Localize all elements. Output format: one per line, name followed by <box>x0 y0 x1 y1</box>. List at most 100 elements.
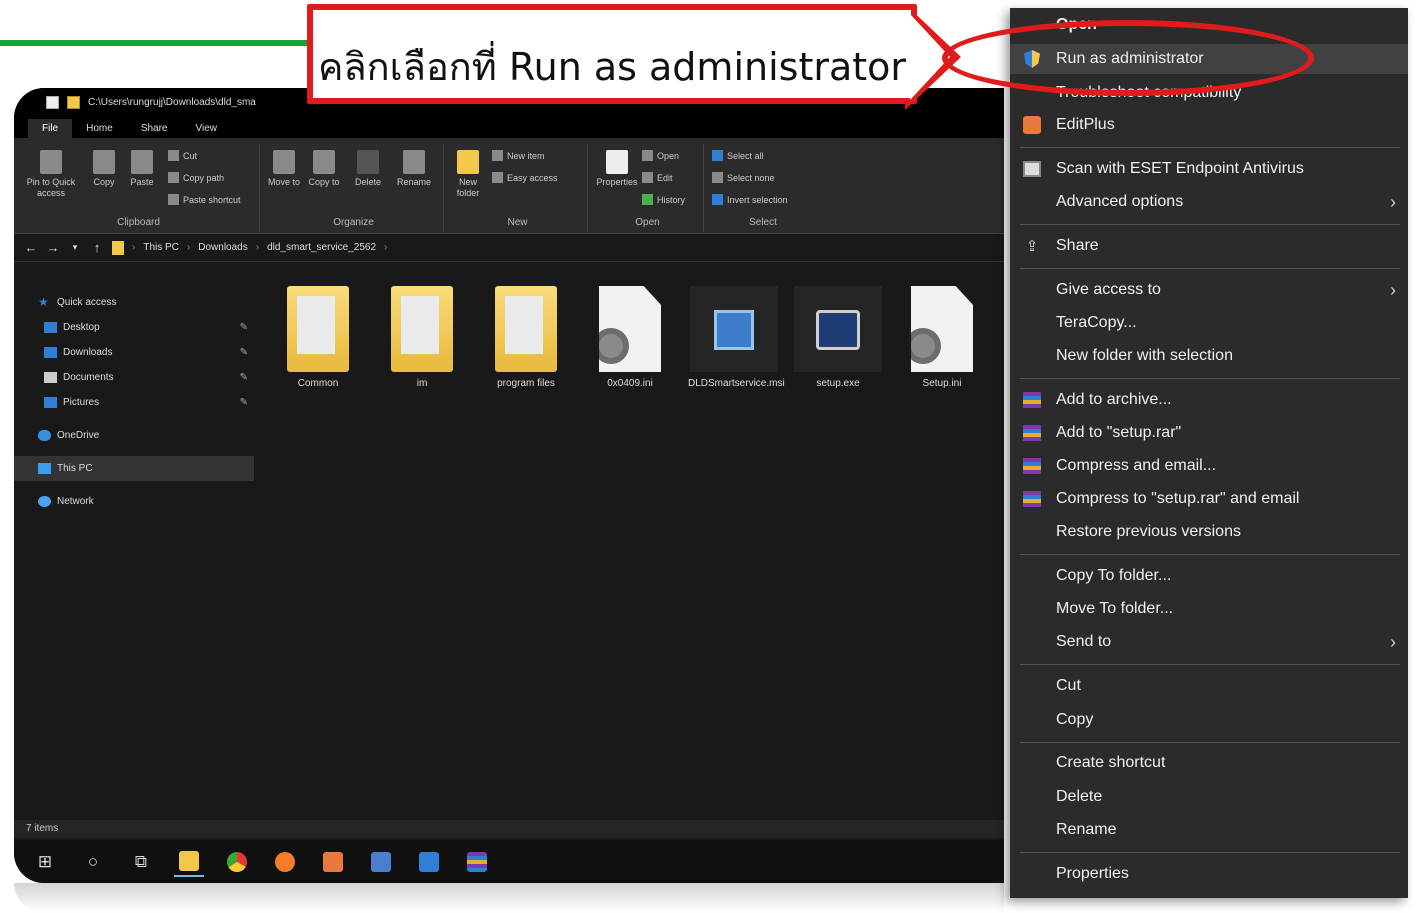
file-item-selected[interactable]: setup.exe <box>792 286 884 390</box>
menu-item-copy[interactable]: Copy <box>1010 705 1408 735</box>
file-item[interactable]: 0x0409.ini <box>584 286 676 390</box>
tab-view[interactable]: View <box>182 119 232 138</box>
menu-item-add-to-setup-rar[interactable]: Add to "setup.rar" <box>1010 418 1408 448</box>
file-item[interactable]: Common <box>272 286 364 390</box>
move-to-button[interactable]: Move to <box>268 150 300 188</box>
copy-to-icon <box>313 150 335 174</box>
forward-arrow-icon[interactable]: → <box>46 240 60 255</box>
winrar-icon[interactable] <box>462 847 492 877</box>
up-arrow-icon[interactable]: ↑ <box>90 240 104 255</box>
chevron-right-icon: › <box>1390 279 1396 300</box>
ribbon-tabs: File Home Share View <box>14 116 1004 138</box>
menu-separator <box>1020 742 1400 743</box>
app-window-icon[interactable] <box>414 847 444 877</box>
breadcrumb-this-pc[interactable]: This PC <box>143 242 179 253</box>
pin-icon: ✎ <box>239 347 248 358</box>
callout-text: คลิกเลือกที่ Run as administrator <box>317 45 907 89</box>
select-none-button[interactable]: Select none <box>712 172 775 183</box>
breadcrumb-current-folder[interactable]: dld_smart_service_2562 <box>267 242 376 253</box>
history-button[interactable]: History <box>642 194 685 205</box>
menu-item-cut[interactable]: Cut <box>1010 671 1408 701</box>
menu-item-send-to[interactable]: Send to › <box>1010 627 1408 657</box>
paste-button[interactable]: Paste <box>126 150 158 188</box>
nav-this-pc[interactable]: This PC <box>14 456 254 481</box>
menu-item-copy-to-folder[interactable]: Copy To folder... <box>1010 561 1408 591</box>
download-icon <box>44 347 57 358</box>
file-item[interactable]: Setup.ini <box>896 286 988 390</box>
group-label: Organize <box>333 217 374 228</box>
easy-access-button[interactable]: Easy access <box>492 172 558 183</box>
menu-item-editplus[interactable]: EditPlus <box>1010 110 1408 140</box>
menu-item-rename[interactable]: Rename <box>1010 815 1408 845</box>
delete-button[interactable]: Delete <box>350 150 386 188</box>
new-folder-button[interactable]: New folder <box>450 150 486 199</box>
folder-icon <box>112 240 124 255</box>
copy-button[interactable]: Copy <box>88 150 120 188</box>
menu-item-add-to-archive[interactable]: Add to archive... <box>1010 385 1408 415</box>
copy-path-button[interactable]: Copy path <box>168 172 224 183</box>
open-button[interactable]: Open <box>642 150 679 161</box>
copy-icon <box>93 150 115 174</box>
tab-file[interactable]: File <box>28 119 73 138</box>
search-icon[interactable]: ○ <box>78 847 108 877</box>
invert-selection-button[interactable]: Invert selection <box>712 194 788 205</box>
task-view-icon[interactable]: ⧉ <box>126 847 156 877</box>
copy-to-button[interactable]: Copy to <box>308 150 340 188</box>
nav-documents[interactable]: Documents ✎ <box>14 365 254 390</box>
nav-quick-access[interactable]: ★ Quick access <box>14 290 254 315</box>
menu-separator <box>1020 378 1400 379</box>
file-explorer-taskbar-icon[interactable] <box>174 847 204 877</box>
chrome-icon[interactable] <box>222 847 252 877</box>
checkbox-icon[interactable] <box>46 95 59 109</box>
menu-item-create-shortcut[interactable]: Create shortcut <box>1010 748 1408 778</box>
app-orange-icon[interactable] <box>318 847 348 877</box>
menu-item-give-access[interactable]: Give access to › <box>1010 275 1408 305</box>
windows-start-icon[interactable]: ⊞ <box>30 847 60 877</box>
cut-button[interactable]: Cut <box>168 150 197 161</box>
menu-item-compress-email[interactable]: Compress and email... <box>1010 451 1408 481</box>
paste-shortcut-button[interactable]: Paste shortcut <box>168 194 241 205</box>
menu-item-advanced-options[interactable]: Advanced options › <box>1010 187 1408 217</box>
star-icon: ★ <box>38 295 49 309</box>
menu-item-compress-setup-email[interactable]: Compress to "setup.rar" and email <box>1010 484 1408 514</box>
pin-quick-access-button[interactable]: Pin to Quick access <box>20 150 82 199</box>
file-item[interactable]: DLDSmartservice.msi <box>688 286 785 390</box>
group-label: Clipboard <box>117 217 160 228</box>
cloud-icon <box>38 430 51 441</box>
menu-item-share[interactable]: ⇪ Share <box>1010 231 1408 261</box>
easy-access-icon <box>492 172 503 183</box>
new-item-button[interactable]: New item <box>492 150 545 161</box>
back-arrow-icon[interactable]: ← <box>24 240 38 255</box>
properties-button[interactable]: Properties <box>592 150 642 188</box>
settings-file-icon <box>599 286 661 372</box>
menu-item-teracopy[interactable]: TeraCopy... <box>1010 308 1408 338</box>
menu-item-eset-scan[interactable]: Scan with ESET Endpoint Antivirus <box>1010 154 1408 184</box>
rename-button[interactable]: Rename <box>392 150 436 188</box>
menu-item-properties[interactable]: Properties <box>1010 859 1408 889</box>
file-item[interactable]: im <box>376 286 468 390</box>
menu-item-move-to-folder[interactable]: Move To folder... <box>1010 594 1408 624</box>
file-item[interactable]: program files <box>480 286 572 390</box>
tab-share[interactable]: Share <box>127 119 182 138</box>
pin-icon: ✎ <box>239 322 248 333</box>
tab-home[interactable]: Home <box>72 119 127 138</box>
menu-item-delete[interactable]: Delete <box>1010 782 1408 812</box>
edit-button[interactable]: Edit <box>642 172 673 183</box>
nav-desktop[interactable]: Desktop ✎ <box>14 315 254 340</box>
menu-item-restore-versions[interactable]: Restore previous versions <box>1010 517 1408 547</box>
chevron-right-icon: › <box>132 242 136 253</box>
nav-downloads[interactable]: Downloads ✎ <box>14 340 254 365</box>
nav-network[interactable]: Network <box>14 489 254 514</box>
select-all-button[interactable]: Select all <box>712 150 764 161</box>
firefox-icon[interactable] <box>270 847 300 877</box>
app-blue-icon[interactable] <box>366 847 396 877</box>
history-icon <box>642 194 653 205</box>
breadcrumb-downloads[interactable]: Downloads <box>198 242 247 253</box>
settings-file-icon <box>911 286 973 372</box>
paste-shortcut-icon <box>168 194 179 205</box>
menu-item-new-folder-selection[interactable]: New folder with selection <box>1010 341 1408 371</box>
nav-pictures[interactable]: Pictures ✎ <box>14 390 254 415</box>
nav-onedrive[interactable]: OneDrive <box>14 423 254 448</box>
recent-dropdown-icon[interactable]: ▾ <box>68 242 82 253</box>
decorative-green-line <box>0 40 330 46</box>
